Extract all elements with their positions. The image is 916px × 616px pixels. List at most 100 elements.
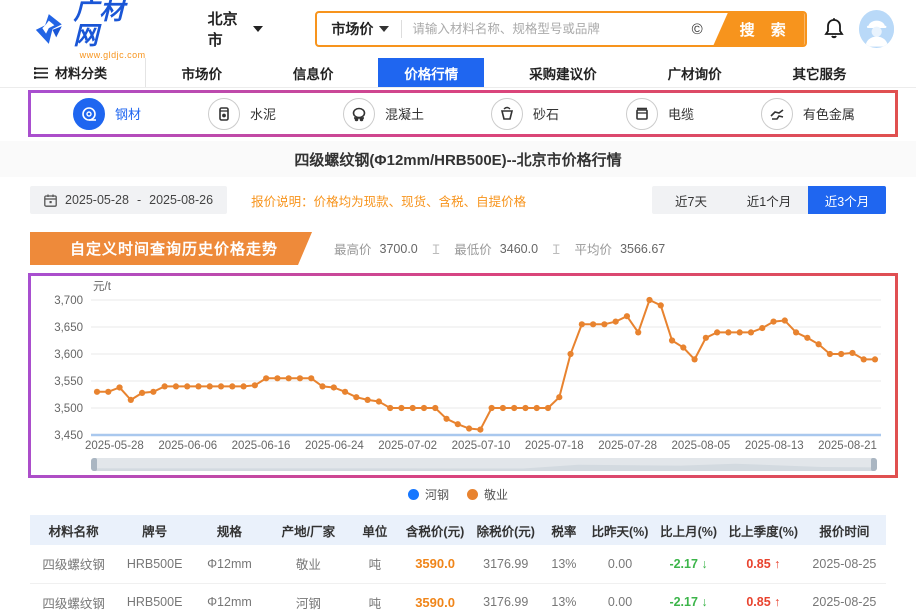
category-item-2[interactable]: 水泥 [208, 98, 276, 130]
table-row[interactable]: 四级螺纹钢HRB500EΦ12mm敬业吨3590.03176.9913%0.00… [30, 545, 886, 583]
table-body: 四级螺纹钢HRB500EΦ12mm敬业吨3590.03176.9913%0.00… [30, 545, 886, 616]
price-stats: 最高价3700.0 Ｉ 最低价3460.0 Ｉ 平均价3566.67 [334, 239, 665, 258]
cell-rate: 13% [541, 583, 587, 616]
stats-row: 自定义时间查询历史价格走势 最高价3700.0 Ｉ 最低价3460.0 Ｉ 平均… [30, 232, 886, 265]
table-header: 单位 [350, 515, 400, 545]
category-label: 砂石 [533, 104, 559, 123]
table-header: 报价时间 [803, 515, 886, 545]
nonferrous-metal-icon [761, 98, 793, 130]
title-row: 四级螺纹钢(Φ12mm/HRB500E)--北京市价格行情 [0, 141, 916, 177]
date-range-picker[interactable]: 2025-05-28 - 2025-08-26 [30, 186, 227, 214]
low-label: 最低价 [454, 239, 492, 258]
data-zoom-right-handle[interactable] [871, 458, 877, 471]
x-tick: 2025-07-02 [378, 440, 437, 452]
price-line-chart[interactable]: 3,7003,6503,6003,5503,5003,450元/t [39, 280, 889, 442]
legend-item-河钢[interactable]: 河钢 [408, 486, 449, 503]
search-category-dropdown[interactable]: 市场价 [317, 19, 401, 39]
date-start: 2025-05-28 [65, 193, 129, 207]
category-label: 水泥 [250, 104, 276, 123]
svg-text:3,600: 3,600 [54, 349, 83, 361]
chevron-down-icon [253, 26, 263, 32]
period-button-1[interactable]: 近7天 [652, 186, 730, 214]
table-header: 税率 [541, 515, 587, 545]
cell-vs_month: -2.17 ↓ [653, 583, 724, 616]
legend-item-敬业[interactable]: 敬业 [467, 486, 508, 503]
image-search-icon[interactable]: © [688, 21, 713, 38]
price-table: 材料名称牌号规格产地/厂家单位含税价(元)除税价(元)税率比昨天(%)比上月(%… [30, 515, 886, 616]
logo-diamond-icon [34, 12, 67, 46]
hamburger-menu-icon [34, 67, 48, 79]
cell-grade: HRB500E [117, 545, 192, 583]
category-label: 电缆 [668, 104, 694, 123]
cement-icon [208, 98, 240, 130]
site-logo[interactable]: 广材网 www.gldjc.com [34, 0, 146, 60]
x-tick: 2025-08-13 [745, 440, 804, 452]
cell-unit: 吨 [350, 583, 400, 616]
category-item-5[interactable]: 电缆 [626, 98, 694, 130]
data-zoom-left-handle[interactable] [91, 458, 97, 471]
page-title: 四级螺纹钢(Φ12mm/HRB500E)--北京市价格行情 [294, 149, 621, 170]
user-avatar[interactable] [859, 10, 894, 48]
category-item-4[interactable]: 砂石 [491, 98, 559, 130]
svg-text:3,650: 3,650 [54, 322, 83, 334]
table-header: 比上月(%) [653, 515, 724, 545]
nav-items: 市场价信息价价格行情采购建议价广材询价其它服务 [146, 58, 882, 87]
nav-item-3[interactable]: 价格行情 [378, 58, 484, 87]
cell-vs_yesterday: 0.00 [587, 583, 653, 616]
table-header: 规格 [192, 515, 267, 545]
top-header: 广材网 www.gldjc.com 北京市 市场价 © 搜 索 [0, 0, 916, 58]
cell-unit: 吨 [350, 545, 400, 583]
table-header-row: 材料名称牌号规格产地/厂家单位含税价(元)除税价(元)税率比昨天(%)比上月(%… [30, 515, 886, 545]
low-value: 3460.0 [500, 242, 538, 256]
high-value: 3700.0 [380, 242, 418, 256]
cell-rate: 13% [541, 545, 587, 583]
nav-item-5[interactable]: 广材询价 [642, 58, 748, 87]
svg-text:3,700: 3,700 [54, 295, 83, 307]
search-button[interactable]: 搜 索 [713, 11, 805, 47]
custom-range-banner[interactable]: 自定义时间查询历史价格走势 [30, 232, 312, 265]
period-toggle-group: 近7天近1个月近3个月 [652, 186, 886, 214]
cell-vs_quarter: 0.85 ↑ [724, 583, 803, 616]
cable-icon [626, 98, 658, 130]
divider: Ｉ [546, 239, 567, 258]
cell-date: 2025-08-25 [803, 545, 886, 583]
legend-label: 河钢 [425, 486, 449, 503]
svg-text:3,450: 3,450 [54, 430, 83, 442]
nav-item-1[interactable]: 市场价 [155, 58, 248, 87]
city-selector[interactable]: 北京市 [208, 8, 264, 50]
price-note: 报价说明：价格均为现款、现货、含税、自提价格 [251, 191, 526, 210]
table-header: 比昨天(%) [587, 515, 653, 545]
concrete-icon [343, 98, 375, 130]
sand-icon [491, 98, 523, 130]
period-button-3[interactable]: 近3个月 [808, 186, 886, 214]
nav-item-4[interactable]: 采购建议价 [503, 58, 623, 87]
divider: Ｉ [426, 239, 447, 258]
legend-label: 敬业 [484, 486, 508, 503]
price-chart-annotation-box: 3,7003,6503,6003,5503,5003,450元/t 2025-0… [28, 273, 898, 478]
cell-spec: Φ12mm [192, 583, 267, 616]
data-zoom-shadow [91, 462, 877, 471]
nav-material-catalog[interactable]: 材料分类 [34, 58, 146, 87]
category-item-6[interactable]: 有色金属 [761, 98, 855, 130]
x-tick: 2025-08-05 [672, 440, 731, 452]
x-axis-labels: 2025-05-282025-06-062025-06-162025-06-24… [39, 440, 887, 452]
table-row[interactable]: 四级螺纹钢HRB500EΦ12mm河钢吨3590.03176.9913%0.00… [30, 583, 886, 616]
category-item-3[interactable]: 混凝土 [343, 98, 424, 130]
x-tick: 2025-05-28 [85, 440, 144, 452]
nav-item-2[interactable]: 信息价 [267, 58, 360, 87]
nav-catalog-label: 材料分类 [55, 63, 107, 82]
x-tick: 2025-07-10 [452, 440, 511, 452]
nav-item-6[interactable]: 其它服务 [767, 58, 873, 87]
cell-spec: Φ12mm [192, 545, 267, 583]
notification-bell-icon[interactable] [823, 17, 845, 41]
search-input[interactable] [402, 13, 687, 45]
svg-text:3,550: 3,550 [54, 376, 83, 388]
category-item-1[interactable]: 钢材 [73, 98, 141, 130]
data-zoom-slider[interactable] [91, 458, 877, 471]
category-label: 混凝土 [385, 104, 424, 123]
high-label: 最高价 [334, 239, 372, 258]
chart-legend: 河钢 敬业 [0, 486, 916, 503]
chevron-down-icon [379, 26, 389, 32]
date-end: 2025-08-26 [149, 193, 213, 207]
period-button-2[interactable]: 近1个月 [730, 186, 808, 214]
